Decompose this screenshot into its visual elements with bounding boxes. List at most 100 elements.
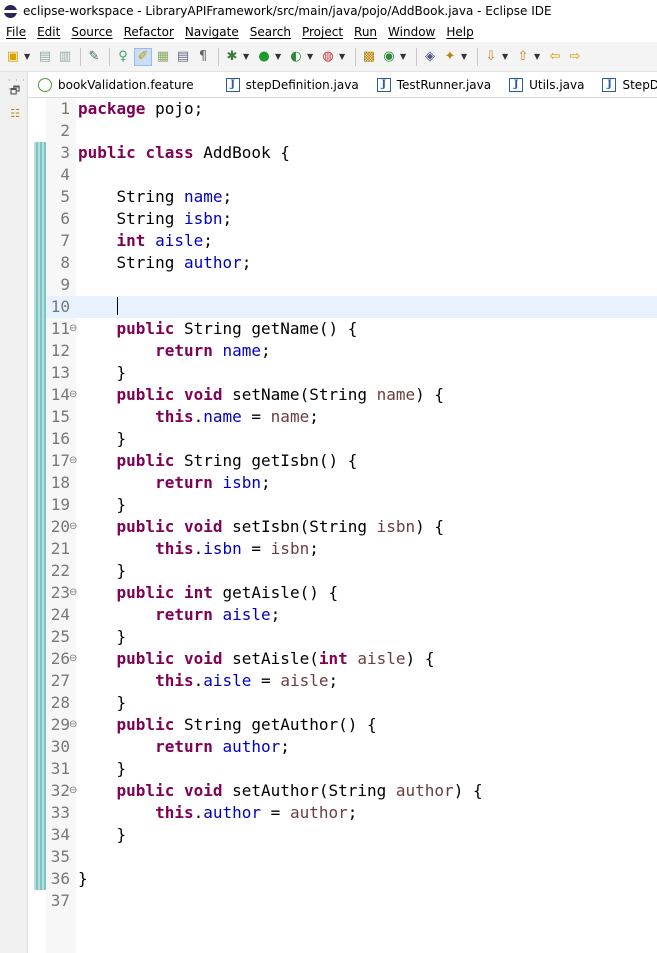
- menu-search[interactable]: Search: [250, 25, 291, 39]
- code-line[interactable]: 23 ⊖ public int getAisle() {: [46, 582, 657, 604]
- previous-annotation-dropdown-icon[interactable]: ▼: [534, 52, 542, 61]
- run-dropdown-icon[interactable]: ▼: [275, 52, 283, 61]
- back-icon[interactable]: ⇦: [546, 48, 564, 66]
- code-line[interactable]: 27 this.aisle = aisle;: [46, 670, 657, 692]
- code-token: setAisle(: [222, 649, 319, 668]
- code-line[interactable]: 8 String author;: [46, 252, 657, 274]
- menu-refactor[interactable]: Refactor: [124, 25, 174, 39]
- code-line[interactable]: 9: [46, 274, 657, 296]
- fold-toggle-icon[interactable]: ⊖: [69, 384, 77, 406]
- coverage-dropdown-icon[interactable]: ▼: [307, 52, 315, 61]
- line-number: 3: [60, 143, 70, 162]
- code-line[interactable]: 30 return author;: [46, 736, 657, 758]
- debug-icon[interactable]: ✱: [223, 48, 241, 66]
- new-package-icon[interactable]: ▩: [360, 48, 378, 66]
- code-line[interactable]: 18 return isbn;: [46, 472, 657, 494]
- save-all-icon[interactable]: ▥: [56, 48, 74, 66]
- code-line[interactable]: 28 }: [46, 692, 657, 714]
- code-line[interactable]: 16 }: [46, 428, 657, 450]
- run-icon[interactable]: ●: [255, 48, 273, 66]
- code-line[interactable]: 5 String name;: [46, 186, 657, 208]
- code-line[interactable]: 14 ⊖ public void setName(String name) {: [46, 384, 657, 406]
- show-source-icon[interactable]: ▤: [174, 48, 192, 66]
- debug-dropdown-icon[interactable]: ▼: [243, 52, 251, 61]
- code-line[interactable]: 33 this.author = author;: [46, 802, 657, 824]
- fold-toggle-icon[interactable]: ⊖: [69, 450, 77, 472]
- forward-icon[interactable]: ⇨: [566, 48, 584, 66]
- block-selection-icon[interactable]: ▦: [154, 48, 172, 66]
- menu-edit[interactable]: Edit: [37, 25, 60, 39]
- next-annotation-icon[interactable]: ⇩: [482, 48, 500, 66]
- menu-project[interactable]: Project: [302, 25, 343, 39]
- new-icon[interactable]: ▣: [4, 48, 22, 66]
- code-line[interactable]: 6 String isbn;: [46, 208, 657, 230]
- new-dropdown-icon[interactable]: ▼: [24, 52, 32, 61]
- code-line[interactable]: 24 return aisle;: [46, 604, 657, 626]
- menu-file[interactable]: File: [6, 25, 26, 39]
- mark-occurrences-icon[interactable]: ✐: [134, 47, 152, 66]
- code-line[interactable]: 11 ⊖ public String getName() {: [46, 318, 657, 340]
- fold-toggle-icon[interactable]: ⊖: [69, 648, 77, 670]
- code-line[interactable]: 4: [46, 164, 657, 186]
- fold-toggle-icon[interactable]: ⊖: [69, 582, 77, 604]
- save-icon[interactable]: ▤: [36, 48, 54, 66]
- code-line[interactable]: 32 ⊖ public void setAuthor(String author)…: [46, 780, 657, 802]
- coverage-icon[interactable]: ◐: [287, 48, 305, 66]
- annotation-icon[interactable]: ♀: [114, 48, 132, 66]
- code-line[interactable]: 31 }: [46, 758, 657, 780]
- tab-stepdefinitions-java[interactable]: J StepDefini: [592, 72, 657, 97]
- code-line[interactable]: 19 }: [46, 494, 657, 516]
- code-token: }: [78, 869, 88, 888]
- code-line[interactable]: 1 package pojo;: [46, 98, 657, 120]
- new-class-dropdown-icon[interactable]: ▼: [400, 52, 408, 61]
- code-editor[interactable]: 1 package pojo; 2 3 public class AddBook {4 5…: [28, 98, 657, 953]
- fold-toggle-icon[interactable]: ⊖: [69, 714, 77, 736]
- code-line[interactable]: 2: [46, 120, 657, 142]
- open-task-icon[interactable]: ◈: [421, 48, 439, 66]
- menu-run[interactable]: Run: [354, 25, 377, 39]
- code-line[interactable]: 37: [46, 890, 657, 912]
- code-line[interactable]: 20 ⊖ public void setIsbn(String isbn) {: [46, 516, 657, 538]
- code-line[interactable]: 36}: [46, 868, 657, 890]
- menu-window[interactable]: Window: [388, 25, 435, 39]
- show-whitespace-icon[interactable]: ¶: [194, 48, 212, 66]
- code-line[interactable]: 22 }: [46, 560, 657, 582]
- code-line[interactable]: 3 public class AddBook {: [46, 142, 657, 164]
- tab-testrunner-java[interactable]: J TestRunner.java: [367, 72, 499, 97]
- menu-navigate[interactable]: Navigate: [185, 25, 239, 39]
- code-line[interactable]: 17 ⊖ public String getIsbn() {: [46, 450, 657, 472]
- external-tools-dropdown-icon[interactable]: ▼: [339, 52, 347, 61]
- code-line[interactable]: 13 }: [46, 362, 657, 384]
- code-line[interactable]: 12 return name;: [46, 340, 657, 362]
- code-line[interactable]: 29 ⊖ public String getAuthor() {: [46, 714, 657, 736]
- line-number: 30: [50, 737, 70, 756]
- fold-toggle-icon[interactable]: ⊖: [69, 318, 77, 340]
- previous-annotation-icon[interactable]: ⇧: [514, 48, 532, 66]
- tab-label: bookValidation.feature: [58, 77, 194, 92]
- code-line[interactable]: 35: [46, 846, 657, 868]
- menu-help[interactable]: Help: [446, 25, 473, 39]
- code-line[interactable]: 21 this.isbn = isbn;: [46, 538, 657, 560]
- search-dropdown-icon[interactable]: ▼: [461, 52, 469, 61]
- package-explorer-icon[interactable]: ☷: [8, 106, 22, 120]
- fold-toggle-icon[interactable]: ⊖: [69, 780, 77, 802]
- code-line[interactable]: 7 int aisle;: [46, 230, 657, 252]
- new-class-icon[interactable]: ◉: [380, 48, 398, 66]
- menu-source[interactable]: Source: [71, 25, 112, 39]
- code-line[interactable]: 15 this.name = name;: [46, 406, 657, 428]
- next-annotation-dropdown-icon[interactable]: ▼: [502, 52, 510, 61]
- fold-toggle-icon[interactable]: ⊖: [69, 516, 77, 538]
- tab-bookvalidation-feature[interactable]: bookValidation.feature: [28, 72, 202, 97]
- code-token: }: [78, 429, 127, 448]
- open-type-icon[interactable]: ✎: [85, 48, 103, 66]
- code-line[interactable]: 26 ⊖ public void setAisle(int aisle) {: [46, 648, 657, 670]
- code-line[interactable]: 34 }: [46, 824, 657, 846]
- code-line[interactable]: 10: [46, 296, 657, 318]
- code-lines[interactable]: 1 package pojo; 2 3 public class AddBook {4 5…: [46, 98, 657, 912]
- external-tools-icon[interactable]: ◍: [319, 48, 337, 66]
- search-icon[interactable]: ✦: [441, 48, 459, 66]
- restore-icon[interactable]: 🗗: [8, 84, 22, 98]
- tab-stepdefinition-java[interactable]: J stepDefinition.java: [216, 72, 367, 97]
- code-line[interactable]: 25 }: [46, 626, 657, 648]
- tab-utils-java[interactable]: J Utils.java: [499, 72, 592, 97]
